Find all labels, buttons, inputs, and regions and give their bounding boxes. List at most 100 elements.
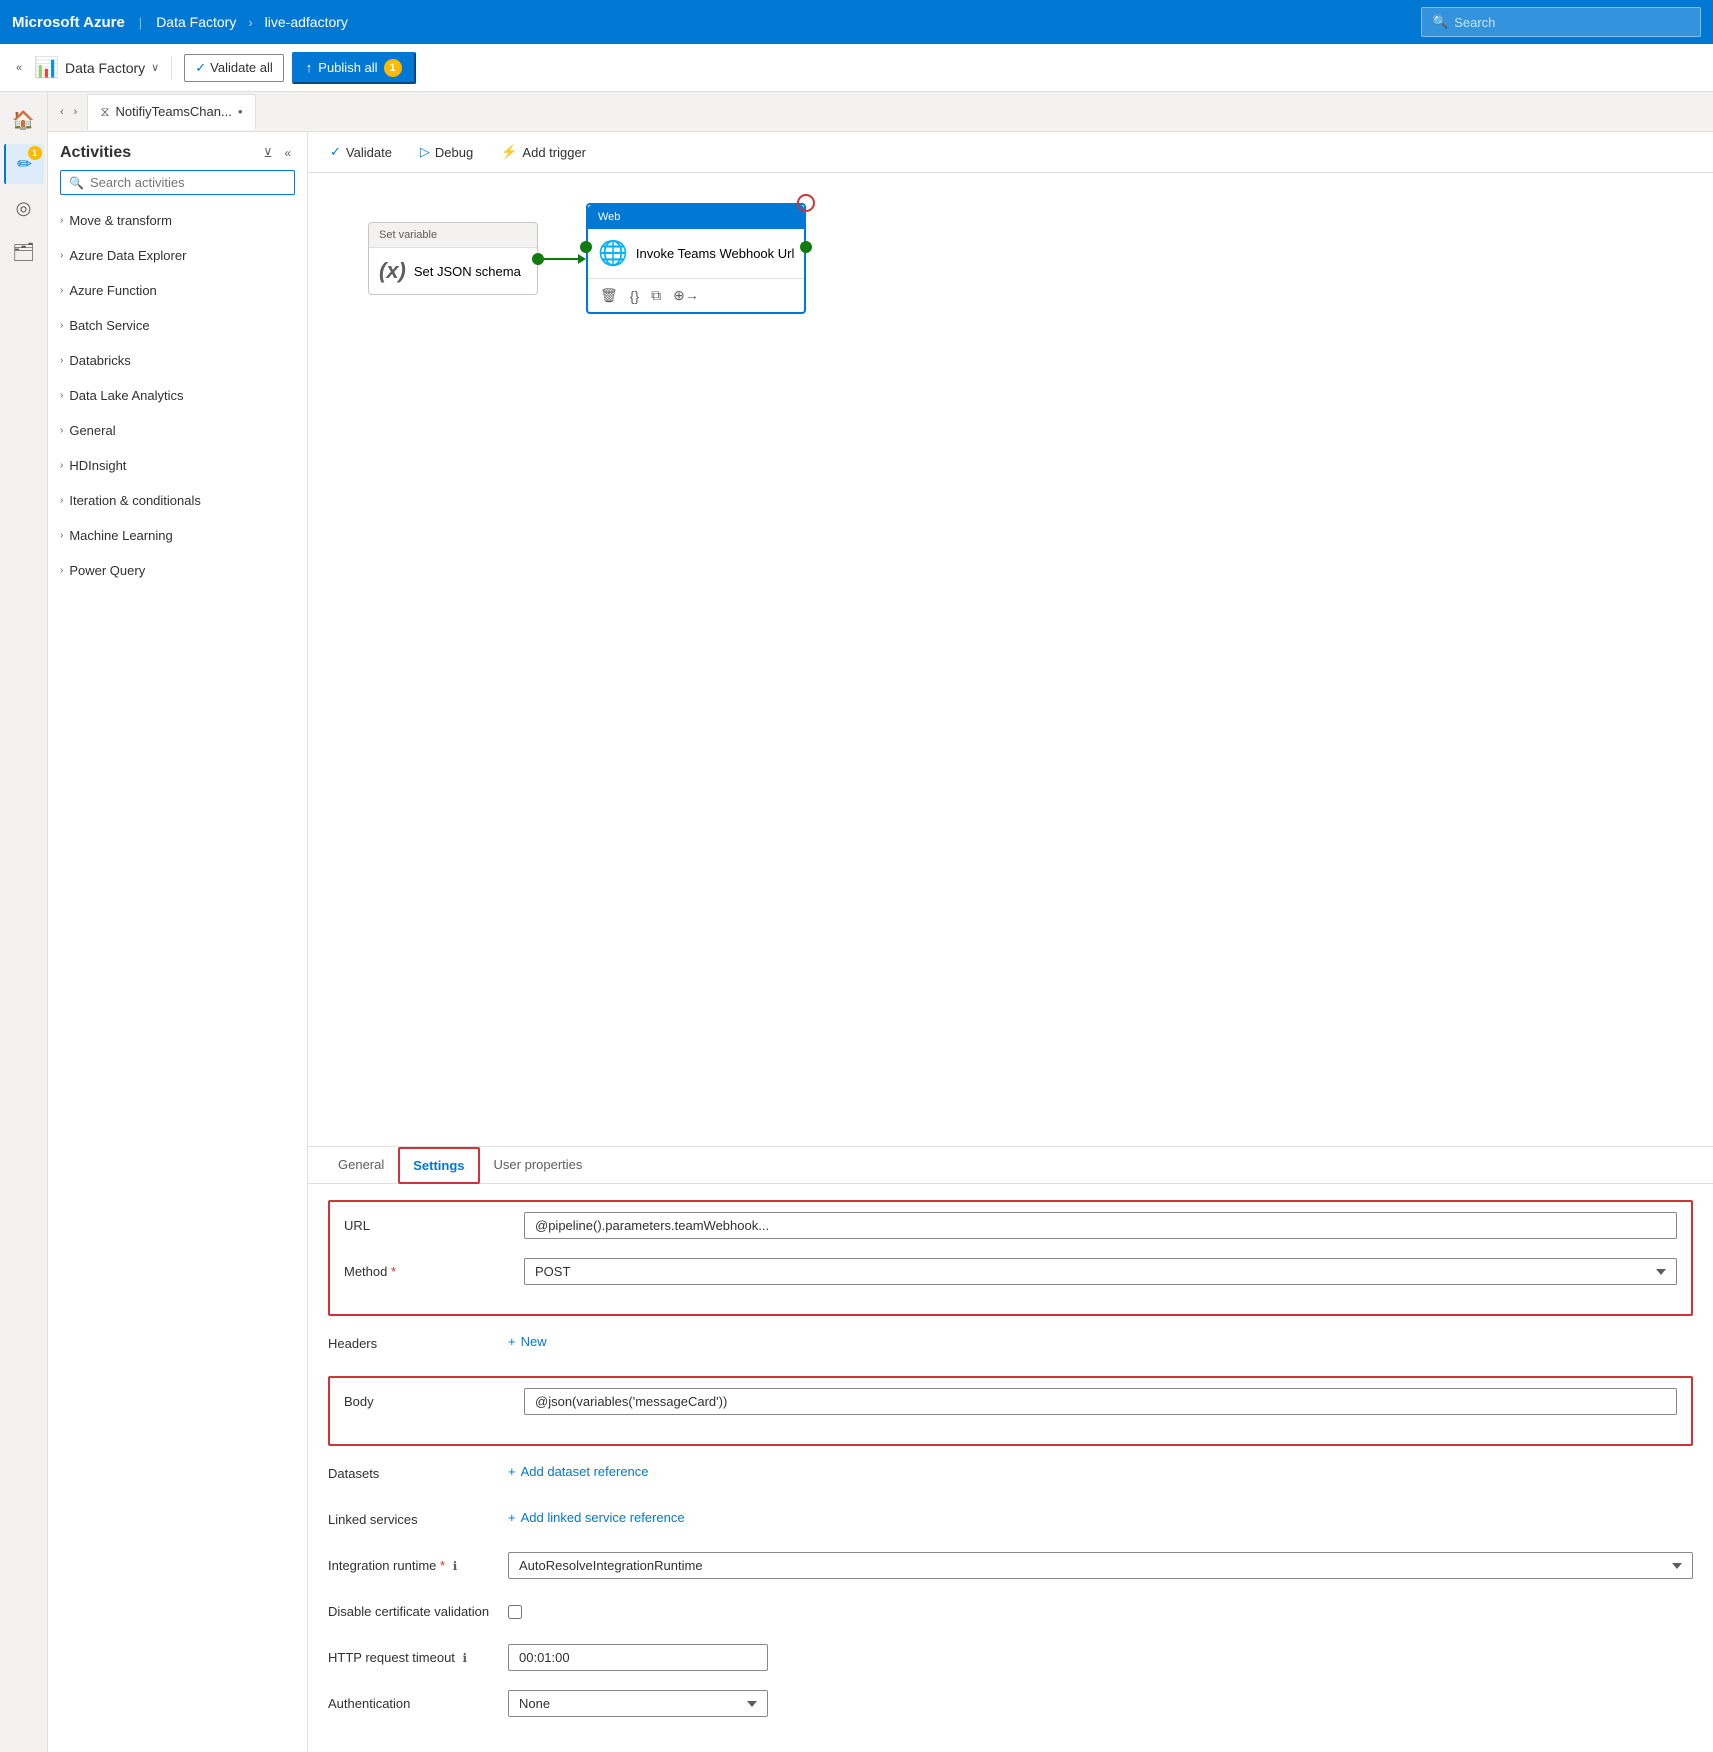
sidebar-monitor-button[interactable]: ◎ [4,188,44,228]
auth-select[interactable]: None [508,1690,768,1717]
activities-search-input[interactable] [90,175,286,190]
body-value [524,1388,1677,1415]
debug-button[interactable]: ▷ Debug [414,140,479,164]
activity-group-databricks[interactable]: › Databricks [48,343,307,378]
nav-factory-link[interactable]: Data Factory [156,14,236,30]
group-label: Databricks [69,353,130,368]
add-linked-service-link[interactable]: + Add linked service reference [508,1506,1693,1525]
expand-activities-btn[interactable]: « [280,144,295,162]
nav-chevron: › [248,15,252,30]
activity-group-powerquery[interactable]: › Power Query [48,553,307,588]
validate-icon: ✓ [195,60,206,76]
url-input[interactable] [524,1212,1677,1239]
linked-services-value: + Add linked service reference [508,1506,1693,1525]
activity-group-batch[interactable]: › Batch Service [48,308,307,343]
body-input[interactable] [524,1388,1677,1415]
nav-instance[interactable]: live-adfactory [265,14,348,30]
web-node-header: Web [588,205,804,229]
web-node-wrapper: Web 🌐 Invoke Teams Webhook Url 🗑 {} ⧉ ⊕ [586,203,806,314]
sidebar-home-button[interactable]: 🏠 [4,100,44,140]
pipeline-tab-label: NotifiyTeamsChan... [115,104,231,119]
activity-group-datalake[interactable]: › Data Lake Analytics [48,378,307,413]
pipeline-tab[interactable]: ⧖ NotifiyTeamsChan... ● [87,94,255,130]
linked-services-label: Linked services [328,1506,508,1527]
group-chevron: › [60,390,63,401]
datasets-label: Datasets [328,1460,508,1481]
group-chevron: › [60,495,63,506]
group-chevron: › [60,530,63,541]
pipeline-tab-dot: ● [238,107,243,116]
redirect-node-button[interactable]: ⊕→ [671,285,701,306]
activity-group-general[interactable]: › General [48,413,307,448]
brand-label: Microsoft Azure [12,14,125,31]
add-header-link[interactable]: + New [508,1330,1693,1349]
canvas-toolbar: ✓ Validate ▷ Debug ⚡ Add trigger [308,132,1713,173]
add-dataset-link[interactable]: + Add dataset reference [508,1460,1693,1479]
search-input[interactable] [1454,15,1690,30]
publish-badge: 1 [384,59,402,77]
factory-icon: 📊 [34,55,59,80]
activity-group-azure-function[interactable]: › Azure Function [48,273,307,308]
copy-node-button[interactable]: ⧉ [649,285,663,306]
set-variable-header: Set variable [369,223,537,248]
collapse-chevron[interactable]: « [12,58,26,78]
datasets-value: + Add dataset reference [508,1460,1693,1479]
tab-general[interactable]: General [324,1147,398,1184]
activity-group-iteration[interactable]: › Iteration & conditionals [48,483,307,518]
disable-cert-row: Disable certificate validation [328,1598,1693,1630]
http-timeout-label: HTTP request timeout ℹ [328,1644,508,1665]
integration-info-icon: ℹ [453,1559,458,1573]
activities-search-box[interactable]: 🔍 [60,170,295,195]
collapse-activities-btn[interactable]: ⊻ [260,144,277,162]
tab-nav-chevrons: ‹ › [56,103,81,121]
activities-list: › Move & transform › Azure Data Explorer… [48,203,307,1752]
global-search[interactable]: 🔍 [1421,7,1701,37]
validate-button[interactable]: ✓ Validate [324,140,398,164]
sidebar-manage-button[interactable]: 🗂 [4,232,44,272]
linked-plus-icon: + [508,1510,516,1525]
integration-runtime-select[interactable]: AutoResolveIntegrationRuntime [508,1552,1693,1579]
group-label: Azure Function [69,283,156,298]
activities-panel: Activities ⊻ « 🔍 › Move & transform [48,132,308,1752]
debug-play-icon: ▷ [420,144,430,160]
headers-label: Headers [328,1330,508,1351]
activity-group-ml[interactable]: › Machine Learning [48,518,307,553]
method-required-star: * [391,1264,396,1279]
validate-all-button[interactable]: ✓ Validate all [184,54,284,82]
delete-node-button[interactable]: 🗑 [598,285,620,306]
web-node[interactable]: Web 🌐 Invoke Teams Webhook Url 🗑 {} ⧉ ⊕ [586,203,806,314]
group-chevron: › [60,460,63,471]
canvas-area: ✓ Validate ▷ Debug ⚡ Add trigger [308,132,1713,1752]
node2-left-connector [580,241,592,253]
set-variable-node[interactable]: Set variable (x) Set JSON schema [368,222,538,295]
http-timeout-info-icon: ℹ [463,1651,468,1665]
publish-all-button[interactable]: ↑ Publish all 1 [292,52,416,84]
code-node-button[interactable]: {} [628,286,641,306]
linked-services-row: Linked services + Add linked service ref… [328,1506,1693,1538]
connector-line [538,258,578,260]
disable-cert-checkbox[interactable] [508,1605,522,1619]
add-trigger-button[interactable]: ⚡ Add trigger [495,140,592,164]
group-label: Move & transform [69,213,172,228]
toolbar-factory-label: Data Factory [65,60,145,76]
toolbar-divider-1 [171,56,172,80]
node1-right-connector [532,253,544,265]
activity-group-azure-explorer[interactable]: › Azure Data Explorer [48,238,307,273]
activity-group-move[interactable]: › Move & transform [48,203,307,238]
tab-prev-chevron[interactable]: ‹ [56,103,68,121]
group-label: Batch Service [69,318,149,333]
url-row: URL [344,1212,1677,1244]
tab-next-chevron[interactable]: › [70,103,82,121]
url-method-section: URL Method * [328,1200,1693,1316]
activity-group-hdinsight[interactable]: › HDInsight [48,448,307,483]
group-chevron: › [60,355,63,366]
tab-user-properties[interactable]: User properties [480,1147,597,1184]
tab-settings[interactable]: Settings [398,1147,479,1184]
method-select[interactable]: POST GET PUT DELETE PATCH [524,1258,1677,1285]
method-value: POST GET PUT DELETE PATCH [524,1258,1677,1285]
auth-row: Authentication None [328,1690,1693,1722]
plus-icon: + [508,1334,516,1349]
http-timeout-input[interactable] [508,1644,768,1671]
group-label: Power Query [69,563,145,578]
sidebar-edit-button[interactable]: ✏ 1 [4,144,44,184]
